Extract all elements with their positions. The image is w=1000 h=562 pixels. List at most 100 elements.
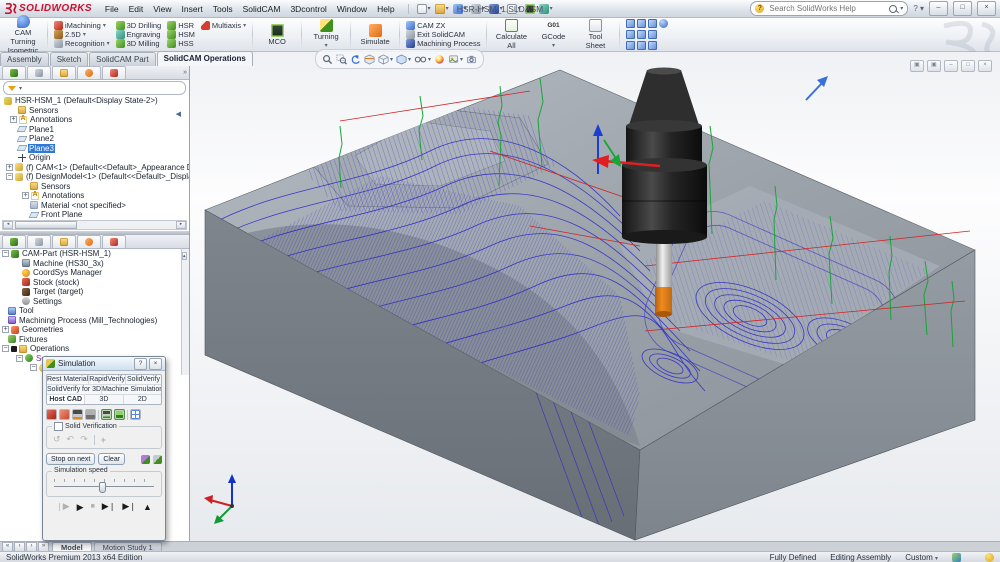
tree-item-designmodel-component[interactable]: − (f) DesignModel<1> (Default<<Default>_…: [0, 172, 189, 182]
tab-scroll-prev-button[interactable]: ‹: [14, 542, 25, 552]
window-tile-icon[interactable]: [626, 41, 635, 50]
machining-process-button[interactable]: Machining Process: [404, 39, 482, 48]
step-forward-icon[interactable]: ↷: [80, 434, 88, 445]
rotate-view-icon[interactable]: ↺: [53, 434, 61, 445]
stop-on-next-button[interactable]: Stop on next: [46, 453, 95, 465]
window-split-icon[interactable]: [648, 41, 657, 50]
tag-icon[interactable]: [952, 553, 961, 562]
solidcam-manager-tab[interactable]: [102, 235, 126, 248]
doc-minimize-button[interactable]: –: [944, 60, 958, 72]
undo-button[interactable]: ▾: [489, 4, 503, 14]
help-menu-button[interactable]: ? ▾: [913, 4, 924, 13]
3d-drilling-button[interactable]: 3D Drilling: [114, 21, 164, 30]
close-button[interactable]: ×: [977, 1, 996, 16]
compare-icon[interactable]: [141, 455, 150, 464]
recognition-button[interactable]: Recognition▾: [52, 39, 112, 48]
hss-button[interactable]: HSS: [165, 39, 197, 48]
apply-scene-button[interactable]: ▾: [448, 54, 463, 65]
gcode-button[interactable]: G01 GCode ▾: [532, 19, 574, 50]
engraving-button[interactable]: Engraving: [114, 30, 164, 39]
tab-solidverify-3d[interactable]: SolidVerify for 3D: [47, 385, 102, 394]
menu-solidcam[interactable]: SolidCAM: [238, 4, 286, 14]
tab-solidverify[interactable]: SolidVerify: [126, 375, 161, 384]
custom-dropdown[interactable]: Custom ▾: [905, 553, 938, 562]
featuremanager-tree-tab[interactable]: [2, 66, 26, 79]
tree-item-stock[interactable]: Stock (stock): [0, 278, 189, 288]
tree-item-machining-process[interactable]: Machining Process (Mill_Technologies): [0, 316, 189, 326]
quick-tips-icon[interactable]: [985, 553, 994, 562]
sim-to-end-button[interactable]: ▶❘: [122, 501, 136, 512]
simulation-speed-slider[interactable]: [54, 486, 154, 487]
display-style-button[interactable]: ▾: [396, 54, 411, 65]
tree-item-machine[interactable]: Machine (HS30_3x): [0, 259, 189, 269]
show-tool-button[interactable]: [85, 409, 96, 420]
scroll-left-button[interactable]: ◂: [3, 221, 13, 229]
collapse-icon[interactable]: −: [2, 250, 9, 257]
window-cascade-icon[interactable]: [637, 19, 646, 28]
window-split-icon[interactable]: [648, 30, 657, 39]
show-holder-toggle-on[interactable]: [101, 409, 112, 420]
tree-item-tool[interactable]: Tool: [0, 306, 189, 316]
tree-item-sensors-sub[interactable]: Sensors: [0, 182, 189, 192]
sim-play-button[interactable]: ▶: [77, 502, 84, 512]
earth-icon[interactable]: [659, 19, 668, 28]
section-view-button[interactable]: [364, 54, 375, 65]
graphics-viewport[interactable]: ▣ ▣ – □ ×: [190, 52, 1000, 541]
multiaxis-button[interactable]: Multiaxis▾: [199, 21, 248, 30]
scroll-thumb[interactable]: [15, 221, 77, 229]
measure-icon[interactable]: [153, 455, 162, 464]
mco-button[interactable]: MCO: [256, 19, 298, 50]
sim-stop-button[interactable]: ■: [91, 502, 95, 512]
tree-item-coordsys[interactable]: CoordSys Manager: [0, 268, 189, 278]
tab-solidcam-part[interactable]: SolidCAM Part: [89, 52, 155, 66]
collapse-icon[interactable]: −: [16, 355, 23, 362]
tree-vertical-scrollbar[interactable]: ▴: [181, 249, 189, 375]
motion-study-tab[interactable]: Motion Study 1: [94, 542, 162, 552]
scroll-right-button[interactable]: ▸: [176, 221, 186, 229]
simulation-dialog-titlebar[interactable]: Simulation ? ×: [43, 357, 165, 371]
tab-scroll-first-button[interactable]: «: [2, 542, 13, 552]
panel-collapse-arrow[interactable]: ◀: [176, 110, 181, 118]
new-document-button[interactable]: ▾: [417, 4, 431, 14]
graphics-area[interactable]: [190, 66, 1000, 541]
window-split-icon[interactable]: [648, 19, 657, 28]
tree-item-sensors[interactable]: Sensors: [0, 106, 189, 116]
doc-close-button[interactable]: ×: [978, 60, 992, 72]
fit-view-icon[interactable]: +: [101, 435, 106, 445]
dialog-close-button[interactable]: ×: [149, 358, 162, 370]
tree-item-geometries[interactable]: + Geometries: [0, 325, 189, 335]
more-tabs-button[interactable]: »: [183, 69, 187, 76]
show-holder-button[interactable]: [72, 409, 83, 420]
tree-item-plane3-selected[interactable]: Plane3: [0, 144, 189, 154]
tab-3d[interactable]: 3D: [85, 395, 123, 404]
cam-zx-button[interactable]: CAM ZX: [404, 21, 482, 30]
hide-show-items-button[interactable]: ▾: [414, 54, 431, 65]
tool-sheet-button[interactable]: Tool Sheet: [574, 19, 616, 50]
tree-item-assembly-root[interactable]: HSR-HSM_1 (Default<Display State-2>): [0, 96, 189, 106]
tab-solidcam-operations[interactable]: SolidCAM Operations: [157, 51, 253, 66]
slider-thumb[interactable]: [99, 482, 106, 493]
show-toolpath-toggle-on[interactable]: [114, 409, 125, 420]
menu-file[interactable]: File: [100, 4, 124, 14]
menu-window[interactable]: Window: [332, 4, 372, 14]
configuration-manager-tab[interactable]: [52, 66, 76, 79]
3d-milling-button[interactable]: 3D Milling: [114, 39, 164, 48]
view-settings-button[interactable]: [466, 54, 477, 65]
expand-icon[interactable]: +: [10, 116, 17, 123]
expand-icon[interactable]: +: [6, 164, 13, 171]
search-input[interactable]: [767, 3, 886, 14]
tree-item-plane2[interactable]: Plane2: [0, 134, 189, 144]
scroll-up-button[interactable]: ▴: [182, 252, 187, 260]
tree-filter-box[interactable]: ▾: [3, 81, 186, 95]
dialog-help-button[interactable]: ?: [134, 358, 147, 370]
tab-rest-material[interactable]: Rest Material: [47, 375, 89, 384]
doc-restore-button[interactable]: □: [961, 60, 975, 72]
tree-item-settings[interactable]: Settings: [0, 297, 189, 307]
edit-appearance-button[interactable]: [434, 54, 445, 65]
view-orientation-button[interactable]: ▾: [378, 54, 393, 65]
collapse-icon[interactable]: −: [2, 345, 9, 352]
tree-horizontal-scrollbar[interactable]: ◂ ▸: [2, 220, 187, 230]
tree-item-target[interactable]: Target (target): [0, 287, 189, 297]
show-stock-button[interactable]: [46, 409, 57, 420]
tree-item-front-plane[interactable]: Front Plane: [0, 210, 189, 220]
